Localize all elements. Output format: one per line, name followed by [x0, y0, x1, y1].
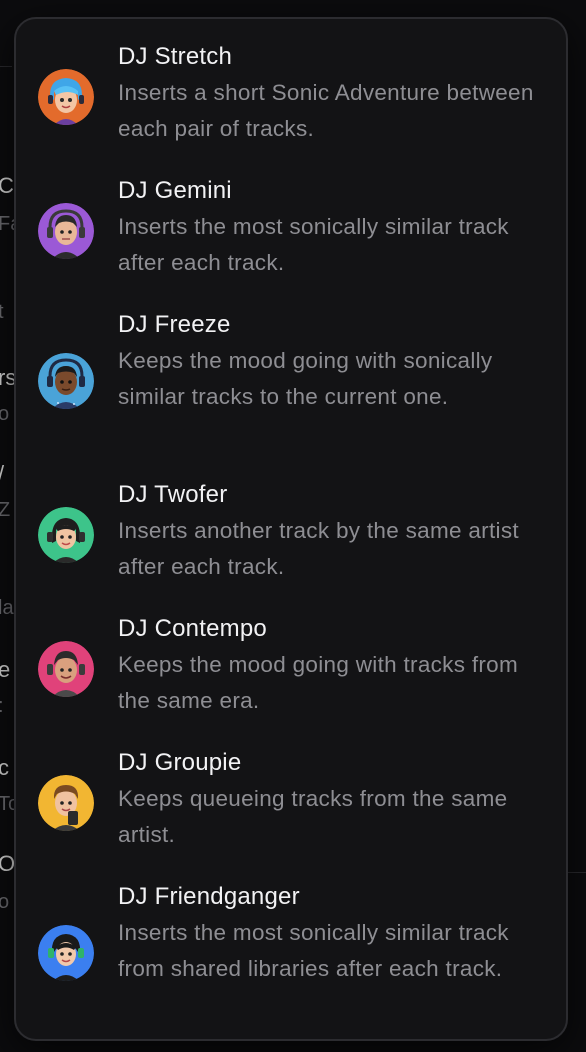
menu-item-text: DJ Stretch Inserts a short Sonic Adventu…	[118, 39, 546, 147]
background-text-fragment: o	[0, 403, 10, 425]
background-text-fragment: Z	[0, 499, 11, 521]
dj-description: Inserts the most sonically similar track…	[118, 214, 509, 275]
background-divider	[0, 66, 12, 67]
menu-item-dj-friendganger[interactable]: DJ Friendganger Inserts the most sonical…	[16, 879, 566, 1033]
dj-freeze-avatar-icon	[38, 353, 94, 409]
menu-item-text: DJ Groupie Keeps queueing tracks from th…	[118, 745, 546, 853]
dj-name: DJ Freeze	[118, 311, 231, 338]
background-text-fragment: /	[0, 462, 4, 486]
background-text-fragment: o	[0, 891, 10, 913]
dj-friendganger-avatar-icon	[38, 925, 94, 981]
menu-item-text: DJ Friendganger Inserts the most sonical…	[118, 879, 546, 987]
dj-description: Keeps queueing tracks from the same arti…	[118, 786, 508, 847]
dj-name: DJ Gemini	[118, 177, 232, 204]
dj-description: Keeps the mood going with sonically simi…	[118, 348, 493, 409]
dj-name: DJ Twofer	[118, 481, 228, 508]
dj-description: Inserts another track by the same artist…	[118, 518, 519, 579]
background-text-fragment: e	[0, 657, 11, 682]
dj-description: Inserts the most sonically similar track…	[118, 920, 509, 981]
dj-mode-menu: DJ Stretch Inserts a short Sonic Adventu…	[14, 17, 568, 1041]
dj-name: DJ Friendganger	[118, 883, 300, 910]
dj-description: Inserts a short Sonic Adventure between …	[118, 80, 534, 141]
menu-item-text: DJ Twofer Inserts another track by the s…	[118, 477, 546, 585]
menu-item-dj-stretch[interactable]: DJ Stretch Inserts a short Sonic Adventu…	[16, 39, 566, 157]
dj-stretch-avatar-icon	[38, 69, 94, 125]
dj-gemini-avatar-icon	[38, 203, 94, 259]
dj-contempo-avatar-icon	[38, 641, 94, 697]
menu-item-dj-twofer[interactable]: DJ Twofer Inserts another track by the s…	[16, 477, 566, 595]
background-divider	[568, 872, 586, 873]
menu-item-dj-freeze[interactable]: DJ Freeze Keeps the mood going with soni…	[16, 307, 566, 461]
dj-name: DJ Contempo	[118, 615, 267, 642]
background-text-fragment: t	[0, 301, 4, 323]
menu-item-text: DJ Freeze Keeps the mood going with soni…	[118, 307, 546, 415]
dj-name: DJ Groupie	[118, 749, 242, 776]
background-text-fragment: c	[0, 755, 9, 780]
dj-name: DJ Stretch	[118, 43, 233, 70]
dj-twofer-avatar-icon	[38, 507, 94, 563]
dj-groupie-avatar-icon	[38, 775, 94, 831]
menu-item-text: DJ Contempo Keeps the mood going with tr…	[118, 611, 546, 719]
background-text-fragment: la	[0, 597, 14, 619]
dj-description: Keeps the mood going with tracks from th…	[118, 652, 519, 713]
background-text-fragment: :	[0, 694, 4, 718]
menu-item-dj-groupie[interactable]: DJ Groupie Keeps queueing tracks from th…	[16, 745, 566, 863]
menu-item-text: DJ Gemini Inserts the most sonically sim…	[118, 173, 546, 281]
menu-item-dj-gemini[interactable]: DJ Gemini Inserts the most sonically sim…	[16, 173, 566, 291]
app-background: Co Fa t rs o / Z la e : c To Or o	[0, 0, 586, 1052]
menu-item-dj-contempo[interactable]: DJ Contempo Keeps the mood going with tr…	[16, 611, 566, 729]
